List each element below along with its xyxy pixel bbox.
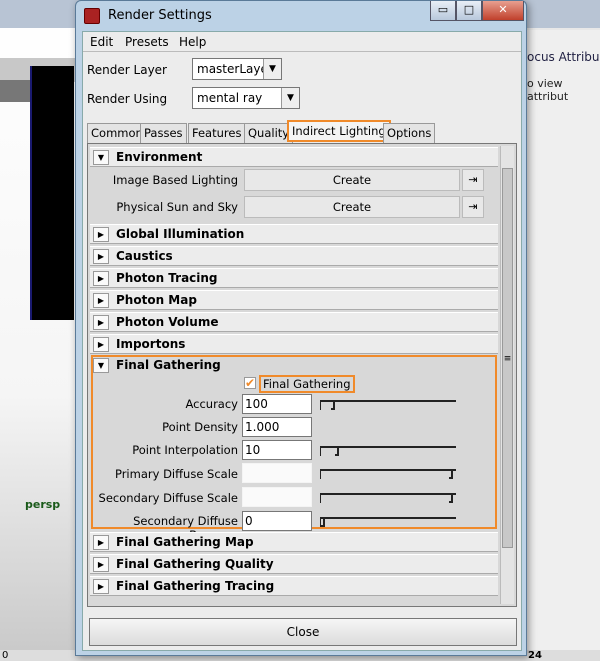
primary-diffuse-scale-label: Primary Diffuse Scale <box>114 467 238 481</box>
tab-features[interactable]: Features <box>188 123 246 143</box>
tab-indirect-lighting[interactable]: Indirect Lighting <box>287 120 391 142</box>
tab-options[interactable]: Options <box>383 123 436 143</box>
settings-scroll-panel: ▼ Environment Image Based Lighting Create… <box>87 143 517 607</box>
scrollbar-thumb[interactable]: ≡ <box>502 168 513 548</box>
vertical-scrollbar[interactable]: ≡ <box>500 146 514 604</box>
point-density-input[interactable]: 1.000 <box>242 417 312 437</box>
render-layer-label: Render Layer <box>87 63 167 77</box>
image-based-lighting-label: Image Based Lighting <box>112 173 238 187</box>
attribute-editor-hint: o view attribut <box>527 77 569 103</box>
chevron-down-icon: ▼ <box>281 88 299 108</box>
primary-diffuse-scale-slider[interactable] <box>320 469 456 479</box>
map-button-icon[interactable]: ⇥ <box>462 196 484 218</box>
close-window-button[interactable]: ✕ <box>482 1 524 21</box>
section-final-gathering-map[interactable]: ▶ Final Gathering Map <box>90 532 498 552</box>
tab-common[interactable]: Common <box>87 123 147 143</box>
accuracy-label: Accuracy <box>185 397 238 411</box>
render-using-value: mental ray <box>197 91 263 105</box>
primary-diffuse-scale-swatch[interactable] <box>242 463 312 483</box>
secondary-diffuse-scale-swatch[interactable] <box>242 487 312 507</box>
section-final-gathering[interactable]: ▼ Final Gathering <box>90 356 498 376</box>
render-settings-window: Render Settings ▭ □ ✕ Edit Presets Help … <box>75 0 527 656</box>
section-global-illumination[interactable]: ▶ Global Illumination <box>90 224 498 244</box>
tab-passes[interactable]: Passes <box>140 123 187 143</box>
maya-app-icon <box>84 8 100 24</box>
slider-handle[interactable] <box>335 446 339 456</box>
expand-arrow-icon[interactable]: ▶ <box>93 315 109 330</box>
expand-arrow-icon[interactable]: ▶ <box>93 557 109 572</box>
section-importons[interactable]: ▶ Importons <box>90 334 498 354</box>
render-layer-value: masterLayer <box>197 62 273 76</box>
point-interpolation-input[interactable]: 10 <box>242 440 312 460</box>
collapse-arrow-icon[interactable]: ▼ <box>93 150 109 165</box>
timeline-end: 24 <box>528 650 542 661</box>
image-based-lighting-create-button[interactable]: Create <box>244 169 460 191</box>
expand-arrow-icon[interactable]: ▶ <box>93 293 109 308</box>
title-bar[interactable]: Render Settings ▭ □ ✕ <box>76 1 526 31</box>
expand-arrow-icon[interactable]: ▶ <box>93 271 109 286</box>
expand-arrow-icon[interactable]: ▶ <box>93 337 109 352</box>
final-gathering-checkbox-label[interactable]: Final Gathering <box>259 375 355 393</box>
timeline-start: 0 <box>2 650 9 661</box>
chevron-down-icon: ▼ <box>263 59 281 79</box>
menu-edit[interactable]: Edit <box>90 35 113 49</box>
accuracy-slider[interactable] <box>320 400 456 410</box>
minimize-button[interactable]: ▭ <box>430 1 456 21</box>
secondary-diffuse-scale-label: Secondary Diffuse Scale <box>98 491 238 505</box>
secondary-diffuse-scale-slider[interactable] <box>320 493 456 503</box>
section-photon-tracing[interactable]: ▶ Photon Tracing <box>90 268 498 288</box>
secondary-diffuse-bounces-slider[interactable] <box>320 517 456 527</box>
slider-handle[interactable] <box>449 469 453 479</box>
menu-presets[interactable]: Presets <box>125 35 169 49</box>
physical-sun-label: Physical Sun and Sky <box>116 200 238 214</box>
section-photon-map[interactable]: ▶ Photon Map <box>90 290 498 310</box>
section-final-gathering-tracing[interactable]: ▶ Final Gathering Tracing <box>90 576 498 596</box>
collapse-arrow-icon[interactable]: ▼ <box>93 358 109 373</box>
expand-arrow-icon[interactable]: ▶ <box>93 535 109 550</box>
window-client: Edit Presets Help Render Layer masterLay… <box>82 31 522 651</box>
section-photon-volume[interactable]: ▶ Photon Volume <box>90 312 498 332</box>
section-environment[interactable]: ▼ Environment <box>90 147 498 167</box>
slider-handle[interactable] <box>331 400 335 410</box>
expand-arrow-icon[interactable]: ▶ <box>93 579 109 594</box>
viewport-object-bar <box>0 80 30 102</box>
accuracy-input[interactable]: 100 <box>242 394 312 414</box>
attribute-editor-background <box>527 30 600 661</box>
section-caustics[interactable]: ▶ Caustics <box>90 246 498 266</box>
render-layer-dropdown[interactable]: masterLayer ▼ <box>192 58 282 80</box>
render-using-dropdown[interactable]: mental ray ▼ <box>192 87 300 109</box>
window-title: Render Settings <box>108 8 212 23</box>
slider-handle[interactable] <box>449 493 453 503</box>
viewport-object <box>30 66 74 320</box>
point-interpolation-slider[interactable] <box>320 446 456 456</box>
physical-sun-create-button[interactable]: Create <box>244 196 460 218</box>
slider-handle[interactable] <box>321 517 325 527</box>
attribute-editor-tabs[interactable]: ocus Attribu <box>527 50 600 64</box>
point-density-label: Point Density <box>162 420 238 434</box>
tab-quality[interactable]: Quality <box>244 123 294 143</box>
expand-arrow-icon[interactable]: ▶ <box>93 249 109 264</box>
map-button-icon[interactable]: ⇥ <box>462 169 484 191</box>
expand-arrow-icon[interactable]: ▶ <box>93 227 109 242</box>
secondary-diffuse-bounces-input[interactable]: 0 <box>242 511 312 531</box>
close-button[interactable]: Close <box>89 618 517 646</box>
menu-help[interactable]: Help <box>179 35 206 49</box>
render-using-label: Render Using <box>87 92 168 106</box>
maximize-button[interactable]: □ <box>456 1 482 21</box>
section-final-gathering-quality[interactable]: ▶ Final Gathering Quality <box>90 554 498 574</box>
final-gathering-checkbox[interactable]: ✔ <box>244 377 256 389</box>
viewport-camera-label: persp <box>25 498 61 511</box>
point-interpolation-label: Point Interpolation <box>132 443 238 457</box>
menu-bar: Edit Presets Help <box>83 32 521 52</box>
